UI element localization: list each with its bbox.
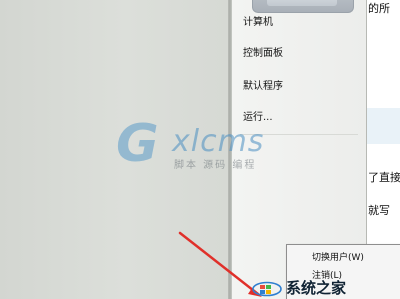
site-logo-icon xyxy=(252,281,282,297)
background-text: 的所 xyxy=(368,2,390,15)
site-watermark-text: 系统之家 xyxy=(286,279,347,297)
gxlcms-watermark-subtitle: 脚本 源码 编程 xyxy=(174,160,257,171)
menu-item-control-panel[interactable]: 控制面板 xyxy=(243,47,283,61)
background-text: 了直接 xyxy=(368,171,400,184)
screenshot: 的所 了直接 就写 计算机 控制面板 默认程序 运行... G xlcms 脚本… xyxy=(0,0,400,299)
site-watermark: 系统之家 xyxy=(252,278,400,299)
user-picture-frame[interactable] xyxy=(252,0,354,13)
menu-item-computer[interactable]: 计算机 xyxy=(243,16,273,30)
menu-item-switch-user[interactable]: 切换用户(W) xyxy=(312,252,364,264)
gxlcms-watermark: G xlcms 脚本 源码 编程 xyxy=(114,116,296,182)
gxlcms-watermark-name: xlcms xyxy=(172,124,265,159)
gxlcms-watermark-letter: G xyxy=(116,114,159,174)
background-highlight-strip xyxy=(367,108,400,144)
background-text: 就写 xyxy=(368,204,390,217)
menu-item-default-programs[interactable]: 默认程序 xyxy=(243,80,283,94)
